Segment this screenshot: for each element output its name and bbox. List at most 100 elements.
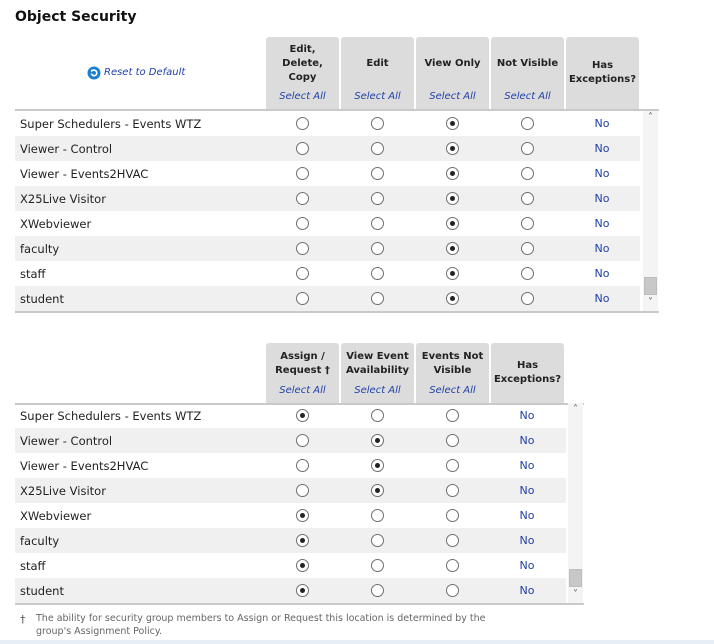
has-exceptions-link[interactable]: No <box>520 584 535 597</box>
table-row: X25Live Visitor No <box>15 186 640 211</box>
permission-radio[interactable] <box>371 459 384 472</box>
select-all-link[interactable]: Select All <box>341 91 414 102</box>
select-all-link[interactable]: Select All <box>266 385 339 396</box>
permission-radio[interactable] <box>446 117 459 130</box>
permission-radio[interactable] <box>371 434 384 447</box>
scrollbar[interactable]: ˄ ˅ <box>568 403 583 603</box>
select-all-link[interactable]: Select All <box>491 91 564 102</box>
has-exceptions-link[interactable]: No <box>520 534 535 547</box>
permission-radio[interactable] <box>446 192 459 205</box>
scrollbar-thumb[interactable] <box>569 569 582 587</box>
permission-radio[interactable] <box>296 217 309 230</box>
permission-radio[interactable] <box>371 242 384 255</box>
permission-radio[interactable] <box>296 142 309 155</box>
permission-radio[interactable] <box>371 142 384 155</box>
has-exceptions-link[interactable]: No <box>520 434 535 447</box>
table-row: staff No <box>15 553 566 578</box>
permission-radio[interactable] <box>446 534 459 547</box>
permission-radio[interactable] <box>521 217 534 230</box>
permission-radio[interactable] <box>296 559 309 572</box>
permission-radio[interactable] <box>371 484 384 497</box>
select-all-link[interactable]: Select All <box>341 385 414 396</box>
has-exceptions-link[interactable]: No <box>595 267 610 280</box>
permission-radio[interactable] <box>521 117 534 130</box>
select-all-link[interactable]: Select All <box>416 385 489 396</box>
permission-radio[interactable] <box>296 509 309 522</box>
permission-radio[interactable] <box>371 559 384 572</box>
column-header-label: Delete, <box>282 58 323 69</box>
permission-radio[interactable] <box>446 292 459 305</box>
scroll-up-icon[interactable]: ˄ <box>643 112 658 124</box>
permission-radio[interactable] <box>296 167 309 180</box>
permission-radio[interactable] <box>446 142 459 155</box>
permission-radio[interactable] <box>446 459 459 472</box>
has-exceptions-link[interactable]: No <box>595 242 610 255</box>
permission-radio[interactable] <box>521 142 534 155</box>
permission-radio[interactable] <box>446 434 459 447</box>
permission-radio[interactable] <box>296 584 309 597</box>
footnote-text: The ability for security group members t… <box>36 613 486 637</box>
permission-radio[interactable] <box>296 117 309 130</box>
permission-radio[interactable] <box>521 167 534 180</box>
permission-radio[interactable] <box>371 117 384 130</box>
security-group-name: X25Live Visitor <box>20 484 106 498</box>
permission-radio[interactable] <box>296 409 309 422</box>
permission-radio[interactable] <box>296 484 309 497</box>
permission-radio[interactable] <box>446 509 459 522</box>
permission-radio[interactable] <box>446 409 459 422</box>
permission-radio[interactable] <box>371 192 384 205</box>
permission-radio[interactable] <box>446 267 459 280</box>
column-header-label: Edit, <box>289 44 316 55</box>
permission-radio[interactable] <box>371 409 384 422</box>
permission-radio[interactable] <box>371 292 384 305</box>
column-header-label-wrap: Events Not Visible <box>416 343 489 385</box>
has-exceptions-link[interactable]: No <box>595 142 610 155</box>
has-exceptions-link[interactable]: No <box>520 484 535 497</box>
permission-radio[interactable] <box>296 292 309 305</box>
select-all-link[interactable]: Select All <box>266 91 339 102</box>
has-exceptions-link[interactable]: No <box>520 509 535 522</box>
permission-radio[interactable] <box>296 434 309 447</box>
permission-radio[interactable] <box>371 217 384 230</box>
column-header-label: Events Not <box>421 351 484 362</box>
permission-radio[interactable] <box>446 242 459 255</box>
reset-to-default-link[interactable]: Reset to Default <box>87 65 185 80</box>
column-header: Has Exceptions? <box>491 343 564 403</box>
permission-radio[interactable] <box>371 584 384 597</box>
permission-radio[interactable] <box>446 584 459 597</box>
permission-radio[interactable] <box>296 192 309 205</box>
has-exceptions-link[interactable]: No <box>595 167 610 180</box>
permission-radio[interactable] <box>446 217 459 230</box>
has-exceptions-link[interactable]: No <box>595 217 610 230</box>
permission-radio[interactable] <box>446 167 459 180</box>
permission-radio[interactable] <box>371 167 384 180</box>
permission-radio[interactable] <box>371 267 384 280</box>
permission-radio[interactable] <box>521 267 534 280</box>
has-exceptions-link[interactable]: No <box>520 409 535 422</box>
permission-radio[interactable] <box>521 292 534 305</box>
security-group-name: X25Live Visitor <box>20 192 106 206</box>
permission-radio[interactable] <box>371 509 384 522</box>
has-exceptions-link[interactable]: No <box>595 117 610 130</box>
has-exceptions-link[interactable]: No <box>595 292 610 305</box>
permission-radio[interactable] <box>446 559 459 572</box>
has-exceptions-link[interactable]: No <box>520 459 535 472</box>
permission-radio[interactable] <box>296 242 309 255</box>
scrollbar[interactable]: ˄ ˅ <box>643 111 658 311</box>
scroll-up-icon[interactable]: ˄ <box>568 404 583 416</box>
has-exceptions-link[interactable]: No <box>595 192 610 205</box>
permission-radio[interactable] <box>296 534 309 547</box>
permission-radio[interactable] <box>296 459 309 472</box>
scroll-down-icon[interactable]: ˅ <box>568 589 583 601</box>
scrollbar-thumb[interactable] <box>644 277 657 295</box>
permission-radio[interactable] <box>521 242 534 255</box>
select-all-link[interactable]: Select All <box>416 91 489 102</box>
scroll-down-icon[interactable]: ˅ <box>643 297 658 309</box>
security-group-name: Viewer - Events2HVAC <box>20 459 149 473</box>
permission-radio[interactable] <box>521 192 534 205</box>
has-exceptions-link[interactable]: No <box>520 559 535 572</box>
table-row: Super Schedulers - Events WTZ No <box>15 403 566 428</box>
permission-radio[interactable] <box>296 267 309 280</box>
permission-radio[interactable] <box>371 534 384 547</box>
permission-radio[interactable] <box>446 484 459 497</box>
